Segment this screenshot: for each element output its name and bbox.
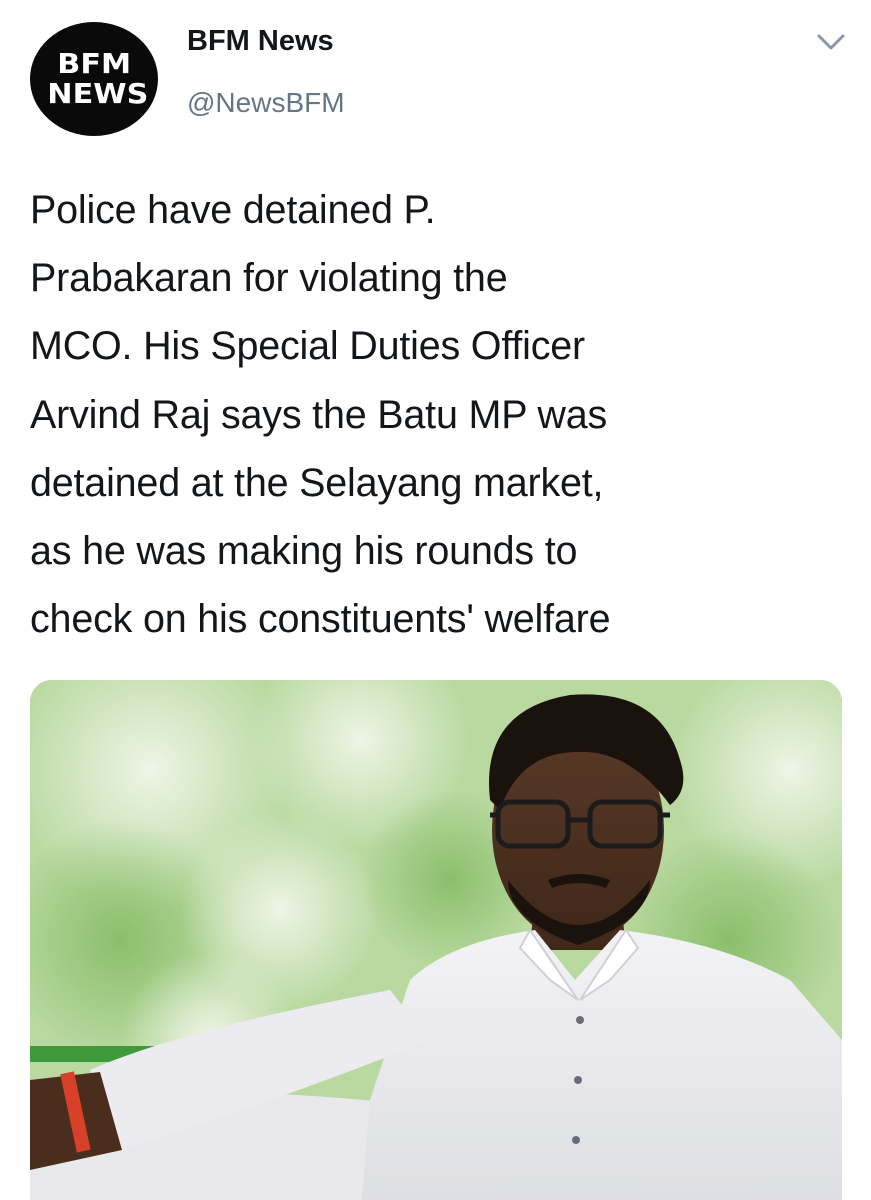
tweet-photo[interactable]	[30, 680, 842, 1200]
tweet-text: Police have detained P. Prabakaran for v…	[30, 188, 611, 642]
display-name[interactable]: BFM News	[187, 25, 334, 58]
chevron-down-icon[interactable]	[814, 30, 848, 54]
avatar-logo-line1: BFM	[57, 47, 131, 80]
avatar[interactable]: BFM NEWS	[30, 22, 158, 136]
avatar-logo-line2: NEWS	[47, 77, 149, 110]
user-handle[interactable]: @NewsBFM	[187, 87, 345, 119]
photo-illustration	[30, 680, 842, 1200]
tweet-screenshot: BFM NEWS BFM News @NewsBFM Police have d…	[0, 0, 871, 1200]
